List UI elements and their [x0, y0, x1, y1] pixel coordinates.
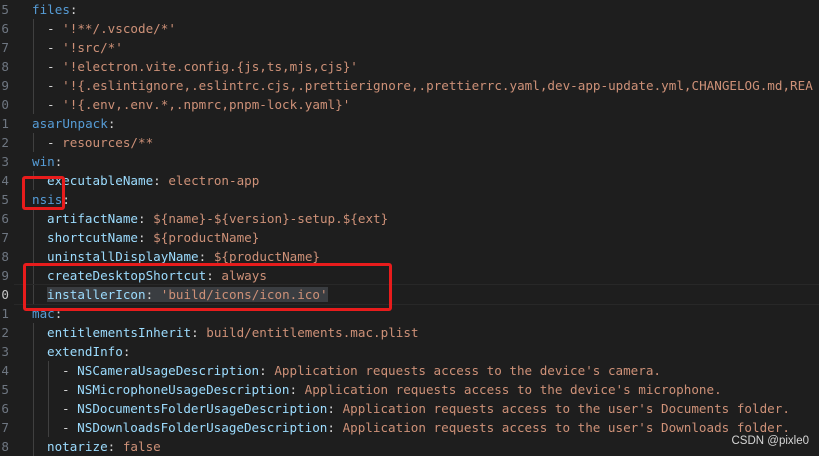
yaml-value: ${productName} — [213, 249, 320, 264]
line-number: 3 — [1, 154, 9, 169]
line-number: 7 — [1, 230, 9, 245]
indent-guide — [33, 19, 34, 114]
line-number: 4 — [1, 173, 9, 188]
yaml-string: '!**/.vscode/*' — [62, 21, 176, 36]
code-line[interactable]: artifactName: ${name}-${version}-setup.$… — [47, 209, 388, 228]
line-number: 8 — [1, 59, 9, 74]
line-number: 0 — [1, 97, 9, 112]
code-line[interactable]: - '!**/.vscode/*' — [47, 19, 176, 38]
yaml-value: Application requests access to the user'… — [342, 401, 790, 416]
yaml-value: ${productName} — [153, 230, 260, 245]
yaml-string: '!src/*' — [62, 40, 123, 55]
line-number: 2 — [1, 325, 9, 340]
yaml-key: notarize — [47, 439, 108, 454]
yaml-value: electron-app — [168, 173, 260, 188]
yaml-key: uninstallDisplayName — [47, 249, 199, 264]
line-number-gutter: 5 6 7 8 9 0 1 2 3 4 5 6 7 8 9 0 1 2 3 4 5 6 7 8 — [0, 0, 14, 456]
yaml-key: asarUnpack — [32, 116, 108, 131]
code-line[interactable]: - NSDownloadsFolderUsageDescription: App… — [62, 418, 790, 437]
yaml-key: NSDownloadsFolderUsageDescription — [77, 420, 328, 435]
indent-guide — [48, 361, 49, 437]
line-number: 9 — [1, 78, 9, 93]
code-line[interactable]: notarize: false — [47, 437, 161, 456]
code-line[interactable]: - '!{.eslintignore,.eslintrc.cjs,.pretti… — [47, 76, 813, 95]
line-number: 2 — [1, 135, 9, 150]
line-number: 4 — [1, 363, 9, 378]
yaml-string: '!{.env,.env.*,.npmrc,pnpm-lock.yaml}' — [62, 97, 351, 112]
yaml-value: ${name}-${version}-setup.${ext} — [153, 211, 389, 226]
annotation-box-nsis — [22, 176, 65, 210]
yaml-string: resources/** — [62, 135, 154, 150]
code-line[interactable]: files: — [32, 0, 78, 19]
code-line[interactable]: - '!{.env,.env.*,.npmrc,pnpm-lock.yaml}' — [47, 95, 350, 114]
line-number: 8 — [1, 249, 9, 264]
yaml-key: files — [32, 2, 70, 17]
yaml-string: '!electron.vite.config.{js,ts,mjs,cjs}' — [62, 59, 358, 74]
code-line[interactable]: - resources/** — [47, 133, 153, 152]
code-line[interactable]: - NSMicrophoneUsageDescription: Applicat… — [62, 380, 722, 399]
yaml-key: shortcutName — [47, 230, 138, 245]
yaml-key: win — [32, 154, 55, 169]
code-line[interactable]: - NSDocumentsFolderUsageDescription: App… — [62, 399, 790, 418]
indent-guide — [33, 133, 34, 152]
line-number: 6 — [1, 21, 9, 36]
yaml-value: Application requests access to the user'… — [342, 420, 790, 435]
code-line[interactable]: executableName: electron-app — [47, 171, 259, 190]
yaml-value: Application requests access to the devic… — [274, 363, 662, 378]
code-line[interactable]: extendInfo: — [47, 342, 130, 361]
yaml-string: '!{.eslintignore,.eslintrc.cjs,.prettier… — [62, 78, 813, 93]
yaml-key: extendInfo — [47, 344, 123, 359]
line-number: 6 — [1, 211, 9, 226]
line-number: 3 — [1, 344, 9, 359]
line-number: 8 — [1, 439, 9, 454]
code-line[interactable]: - NSCameraUsageDescription: Application … — [62, 361, 661, 380]
line-number: 9 — [1, 268, 9, 283]
code-line[interactable]: - '!electron.vite.config.{js,ts,mjs,cjs}… — [47, 57, 358, 76]
yaml-key: entitlementsInherit — [47, 325, 192, 340]
watermark: CSDN @pixle0 — [731, 435, 809, 447]
line-number: 5 — [1, 192, 9, 207]
yaml-value: Application requests access to the devic… — [304, 382, 722, 397]
code-line[interactable]: asarUnpack: — [32, 114, 115, 133]
line-number: 5 — [1, 382, 9, 397]
code-editor[interactable]: 5 6 7 8 9 0 1 2 3 4 5 6 7 8 9 0 1 2 3 4 5 6 7 8 files: - '!**/.… — [0, 0, 819, 456]
line-number: 7 — [1, 420, 9, 435]
yaml-key: artifactName — [47, 211, 138, 226]
line-number: 5 — [1, 2, 9, 17]
line-number: 7 — [1, 40, 9, 55]
yaml-value: false — [122, 439, 161, 454]
indent-guide — [33, 323, 34, 456]
annotation-box-shortcut-icon — [23, 263, 392, 311]
line-number: 1 — [1, 116, 9, 131]
line-number: 0 — [1, 287, 9, 302]
yaml-value: build/entitlements.mac.plist — [206, 325, 419, 340]
line-number: 6 — [1, 401, 9, 416]
yaml-key: NSDocumentsFolderUsageDescription — [77, 401, 328, 416]
code-line[interactable]: win: — [32, 152, 62, 171]
code-line[interactable]: - '!src/*' — [47, 38, 123, 57]
yaml-key: NSCameraUsageDescription — [77, 363, 260, 378]
code-line[interactable]: entitlementsInherit: build/entitlements.… — [47, 323, 419, 342]
code-line[interactable]: shortcutName: ${productName} — [47, 228, 259, 247]
yaml-key: NSMicrophoneUsageDescription — [77, 382, 290, 397]
line-number: 1 — [1, 306, 9, 321]
